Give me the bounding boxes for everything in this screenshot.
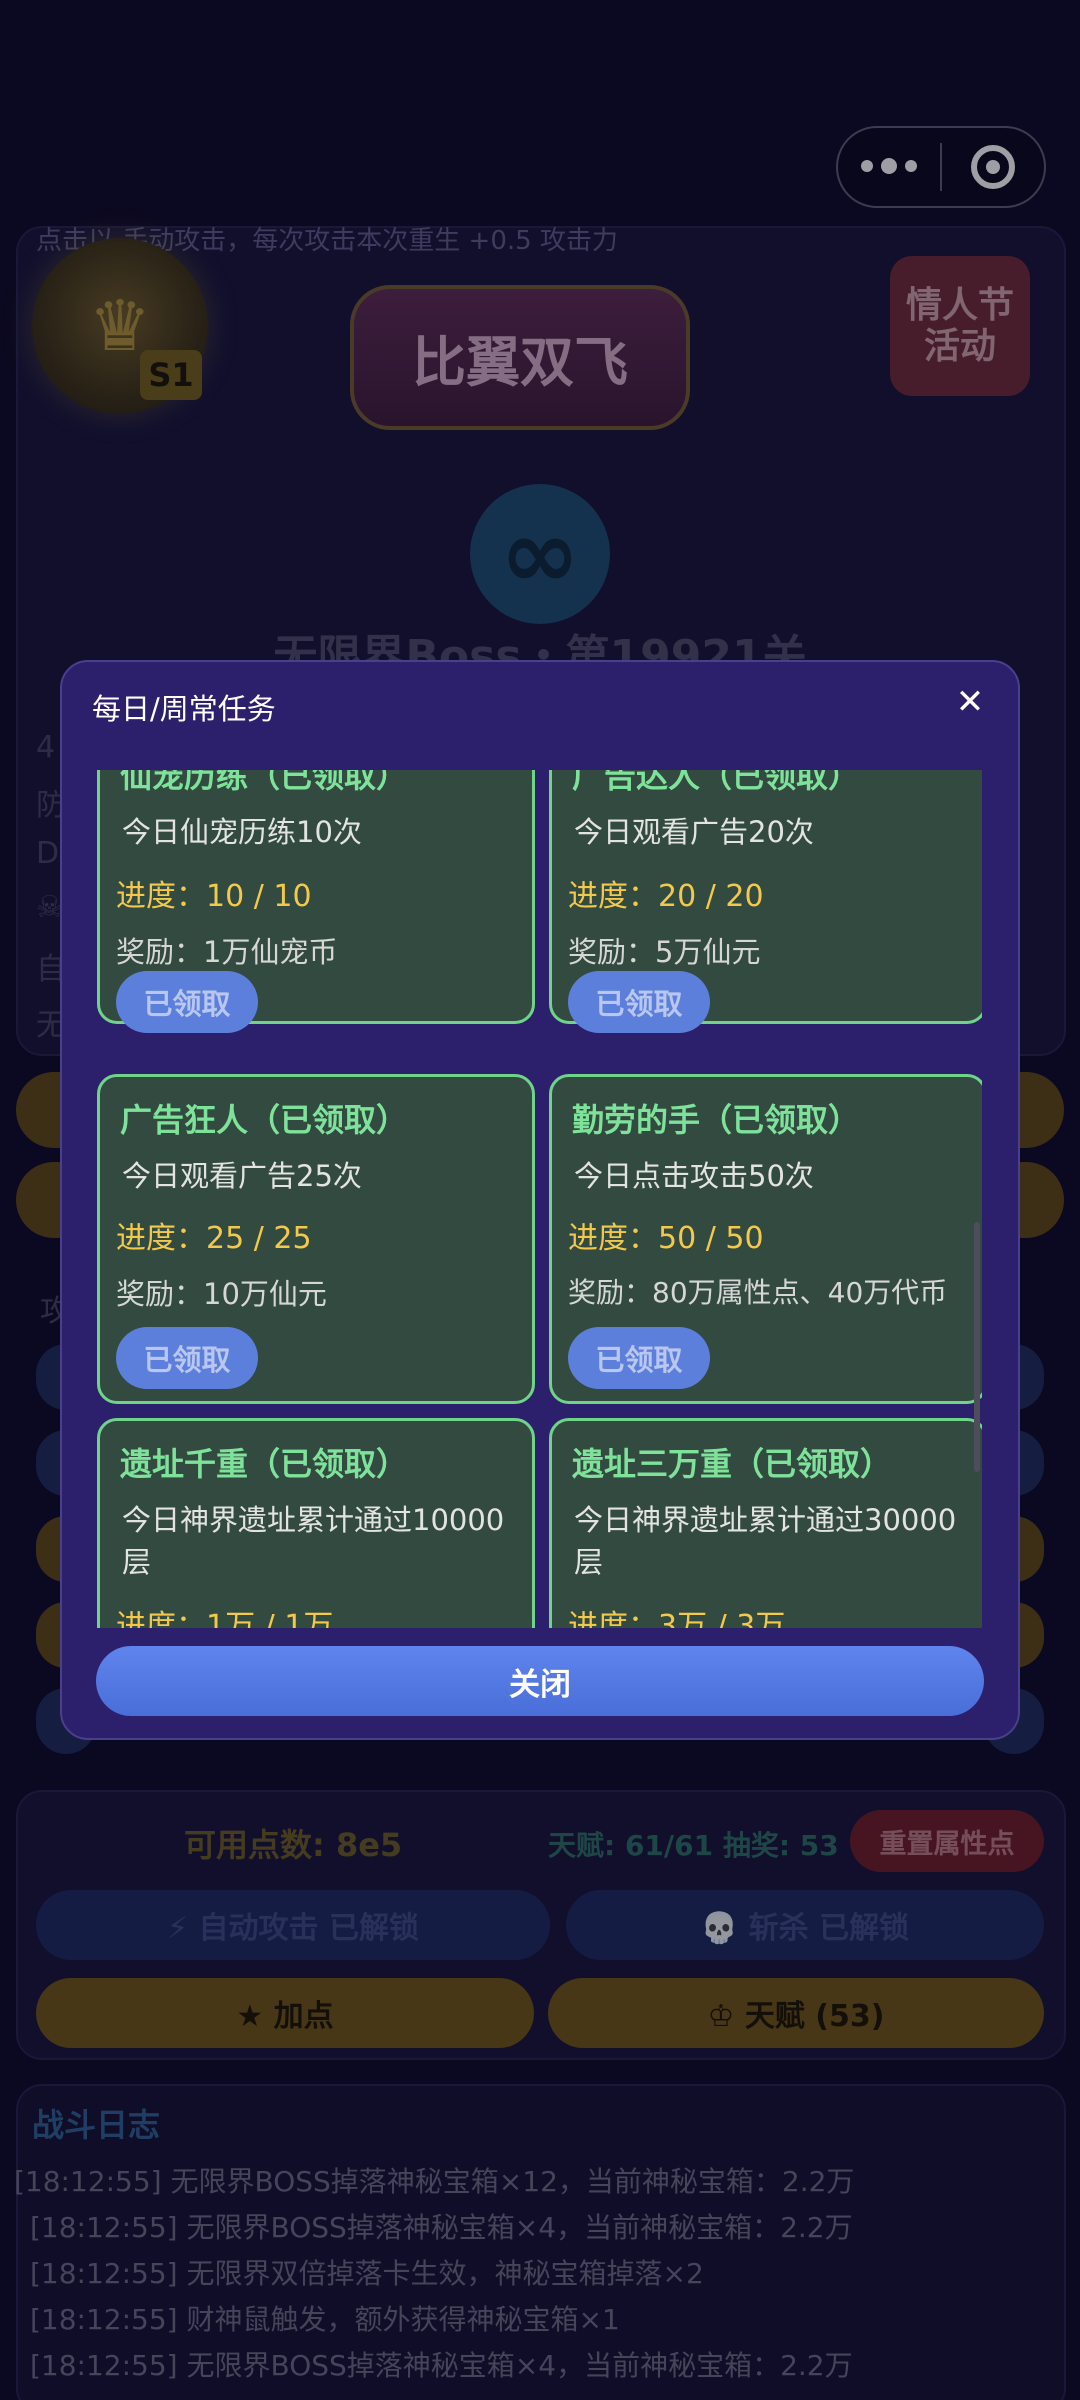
task-title: 遗址千重（已领取）: [120, 1445, 409, 1483]
claimed-button[interactable]: 已领取: [116, 1327, 258, 1389]
task-progress: 进度：10 / 10: [116, 879, 312, 914]
dialog-title: 每日/周常任务: [92, 692, 276, 726]
task-reward: 奖励：80万属性点、40万代币: [568, 1276, 948, 1309]
task-title: 勤劳的手（已领取）: [572, 1101, 861, 1139]
task-card: 遗址三万重（已领取） 今日神界遗址累计通过30000层 进度：3万 / 3万: [549, 1418, 982, 1628]
task-card: 勤劳的手（已领取） 今日点击攻击50次 进度：50 / 50 奖励：80万属性点…: [549, 1074, 982, 1404]
list-scrollbar[interactable]: [974, 1222, 980, 1472]
task-card: 广告狂人（已领取） 今日观看广告25次 进度：25 / 25 奖励：10万仙元 …: [97, 1074, 535, 1404]
task-reward: 奖励：10万仙元: [116, 1277, 327, 1311]
claimed-button[interactable]: 已领取: [116, 971, 258, 1033]
daily-weekly-tasks-dialog: 每日/周常任务 ✕ 仙宠历练（已领取） 今日仙宠历练10次 进度：10 / 10…: [60, 660, 1020, 1740]
task-list[interactable]: 仙宠历练（已领取） 今日仙宠历练10次 进度：10 / 10 奖励：1万仙宠币 …: [92, 770, 982, 1628]
task-progress: 进度：3万 / 3万: [568, 1609, 786, 1628]
task-description: 今日观看广告20次: [574, 815, 814, 849]
task-card: 仙宠历练（已领取） 今日仙宠历练10次 进度：10 / 10 奖励：1万仙宠币 …: [97, 770, 535, 1033]
close-icon[interactable]: ✕: [950, 682, 990, 722]
task-progress: 进度：50 / 50: [568, 1221, 764, 1256]
game-page: 点击以 手动攻击，每次攻击本次重生 +0.5 攻击力 ♛ S1 比翼双飞 情人节…: [0, 0, 1080, 2400]
task-description: 今日神界遗址累计通过30000层: [574, 1503, 957, 1579]
claimed-button[interactable]: 已领取: [568, 1327, 710, 1389]
task-card: 遗址千重（已领取） 今日神界遗址累计通过10000层 进度：1万 / 1万: [97, 1418, 535, 1628]
task-progress: 进度：1万 / 1万: [116, 1609, 334, 1628]
task-title: 仙宠历练（已领取）: [120, 770, 409, 795]
task-progress: 进度：25 / 25: [116, 1221, 312, 1256]
task-description: 今日仙宠历练10次: [122, 815, 362, 849]
task-progress: 进度：20 / 20: [568, 879, 764, 914]
task-title: 遗址三万重（已领取）: [572, 1445, 893, 1483]
task-card: 广告达人（已领取） 今日观看广告20次 进度：20 / 20 奖励：5万仙元 已…: [549, 770, 982, 1033]
claimed-button[interactable]: 已领取: [568, 971, 710, 1033]
task-title: 广告达人（已领取）: [572, 770, 861, 795]
close-button[interactable]: 关闭: [96, 1646, 984, 1716]
task-title: 广告狂人（已领取）: [120, 1101, 409, 1139]
task-reward: 奖励：1万仙宠币: [116, 935, 338, 969]
task-description: 今日观看广告25次: [122, 1159, 362, 1193]
task-reward: 奖励：5万仙元: [568, 935, 761, 969]
task-description: 今日点击攻击50次: [574, 1159, 814, 1193]
task-description: 今日神界遗址累计通过10000层: [122, 1503, 505, 1579]
